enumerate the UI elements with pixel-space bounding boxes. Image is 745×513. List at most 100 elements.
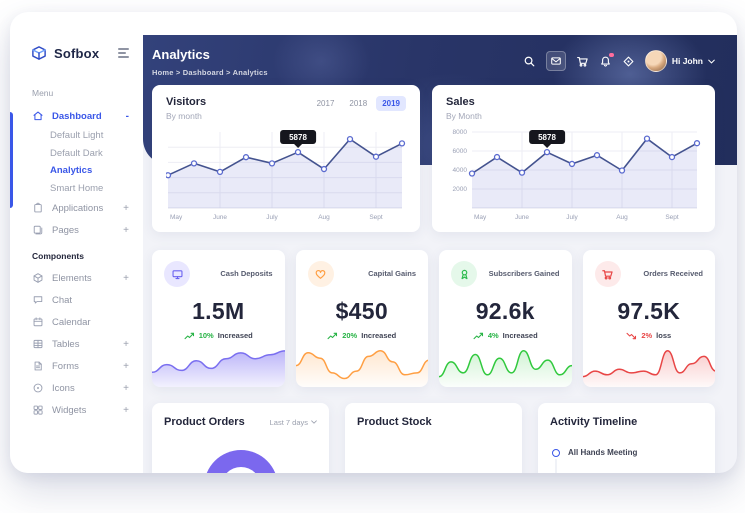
timeline-marker-icon xyxy=(552,449,560,457)
trend-percent: 10% xyxy=(199,331,214,340)
file-icon xyxy=(32,360,44,372)
stat-value: $450 xyxy=(308,298,417,325)
trend-up-icon xyxy=(184,332,195,340)
menu-section-label: Menu xyxy=(32,88,143,98)
last-7-days-dropdown[interactable]: Last 7 days xyxy=(270,418,317,427)
timeline-item-label: All Hands Meeting xyxy=(568,448,637,457)
sidebar-item-pages[interactable]: Pages + xyxy=(10,219,143,241)
stat-value: 1.5M xyxy=(164,298,273,325)
year-2019-button[interactable]: 2019 xyxy=(376,96,406,111)
sidebar-subitem-default-light[interactable]: Default Light xyxy=(10,127,143,145)
cash-deposits-sparkline xyxy=(152,343,285,387)
sidebar-item-widgets[interactable]: Widgets + xyxy=(10,399,143,421)
year-2017-button[interactable]: 2017 xyxy=(311,96,341,111)
sidebar-item-tables[interactable]: Tables + xyxy=(10,333,143,355)
subitem-label: Analytics xyxy=(50,165,92,176)
sales-card-heading: Sales By Month xyxy=(446,96,482,121)
sidebar-item-label: Widgets xyxy=(52,405,86,416)
expand-indicator: + xyxy=(123,225,129,236)
svg-text:May: May xyxy=(170,214,183,221)
trend-up-icon xyxy=(473,332,484,340)
card-title: Product Stock xyxy=(357,416,432,428)
collapse-indicator: - xyxy=(126,111,129,122)
svg-text:Aug: Aug xyxy=(616,214,628,221)
sidebar-item-dashboard[interactable]: Dashboard - xyxy=(10,105,143,127)
stat-trend: 20% Increased xyxy=(308,331,417,340)
cart-icon xyxy=(595,261,621,287)
sidebar-item-label: Tables xyxy=(52,339,79,350)
stat-value: 92.6k xyxy=(451,298,560,325)
svg-text:Sept: Sept xyxy=(369,214,383,221)
stat-value: 97.5K xyxy=(595,298,704,325)
capital-gains-sparkline xyxy=(296,343,429,387)
timeline-item[interactable]: All Hands Meeting xyxy=(550,448,703,457)
expand-indicator: + xyxy=(123,339,129,350)
sidebar-item-label: Pages xyxy=(52,225,79,236)
pages-icon xyxy=(32,224,44,236)
stat-trend: 4% Increased xyxy=(451,331,560,340)
chevron-down-icon xyxy=(311,420,317,424)
sidebar-item-calendar[interactable]: Calendar xyxy=(10,311,143,333)
trend-label: Increased xyxy=(361,331,396,340)
sidebar-subitem-analytics[interactable]: Analytics xyxy=(10,162,143,180)
calendar-icon xyxy=(32,316,44,328)
svg-text:Sept: Sept xyxy=(665,214,679,221)
sidebar-item-chat[interactable]: Chat xyxy=(10,289,143,311)
widgets-icon xyxy=(32,404,44,416)
card-title: Sales xyxy=(446,96,482,108)
bottom-row: Product Orders Last 7 days Product Stock xyxy=(152,403,715,473)
stat-card-capital-gains: Capital Gains $450 20% Increased xyxy=(296,250,429,387)
trend-label: Increased xyxy=(503,331,538,340)
sidebar-item-applications[interactable]: Applications + xyxy=(10,197,143,219)
stat-trend: 2% loss xyxy=(595,331,704,340)
sidebar-item-elements[interactable]: Elements + xyxy=(10,267,143,289)
cube-icon xyxy=(32,272,44,284)
sidebar-item-forms[interactable]: Forms + xyxy=(10,355,143,377)
stat-title: Subscribers Gained xyxy=(489,269,560,279)
monitor-icon xyxy=(164,261,190,287)
card-title: Visitors xyxy=(166,96,206,108)
visitors-line-chart[interactable]: MayJuneJulyAugSept5878 xyxy=(166,123,406,221)
stat-title: Orders Received xyxy=(643,269,703,279)
sales-line-chart[interactable]: 2000400060008000MayJuneJulyAugSept5878 xyxy=(446,123,701,221)
sidebar-item-label: Elements xyxy=(52,273,92,284)
logo-row: Sofbox xyxy=(10,12,143,62)
sidebar-subitem-default-dark[interactable]: Default Dark xyxy=(10,145,143,163)
svg-text:June: June xyxy=(515,214,529,221)
svg-text:May: May xyxy=(474,214,487,221)
year-filter: 2017 2018 2019 xyxy=(311,96,406,111)
sidebar-item-label: Forms xyxy=(52,361,79,372)
stat-trend: 10% Increased xyxy=(164,331,273,340)
orders-received-sparkline xyxy=(583,343,716,387)
sidebar-item-label: Chat xyxy=(52,295,72,306)
home-icon xyxy=(32,110,44,122)
svg-text:2000: 2000 xyxy=(453,186,468,193)
trend-label: Increased xyxy=(218,331,253,340)
filter-label: Last 7 days xyxy=(270,418,308,427)
trend-down-icon xyxy=(626,332,637,340)
user-ribbon-icon xyxy=(451,261,477,287)
svg-text:July: July xyxy=(266,214,278,221)
clipboard-icon xyxy=(32,202,44,214)
visitors-card: Visitors By month 2017 2018 2019 MayJune… xyxy=(152,85,420,232)
year-2018-button[interactable]: 2018 xyxy=(343,96,373,111)
stat-card-cash-deposits: Cash Deposits 1.5M 10% Increased xyxy=(152,250,285,387)
sidebar-toggle-icon[interactable] xyxy=(116,46,131,60)
heart-icon xyxy=(308,261,334,287)
trend-percent: 20% xyxy=(342,331,357,340)
logo-text: Sofbox xyxy=(54,46,99,61)
trend-percent: 2% xyxy=(641,331,652,340)
chart-tooltip: 5878 xyxy=(280,130,316,144)
card-title: Product Orders xyxy=(164,416,245,428)
sidebar-subitem-smart-home[interactable]: Smart Home xyxy=(10,180,143,198)
sidebar-item-icons[interactable]: Icons + xyxy=(10,377,143,399)
product-orders-card: Product Orders Last 7 days xyxy=(152,403,329,473)
expand-indicator: + xyxy=(123,203,129,214)
visitors-card-heading: Visitors By month xyxy=(166,96,206,121)
subitem-label: Default Light xyxy=(50,130,103,141)
svg-text:Aug: Aug xyxy=(318,214,330,221)
expand-indicator: + xyxy=(123,361,129,372)
sidebar-item-label: Applications xyxy=(52,203,103,214)
expand-indicator: + xyxy=(123,405,129,416)
stat-title: Cash Deposits xyxy=(220,269,272,279)
